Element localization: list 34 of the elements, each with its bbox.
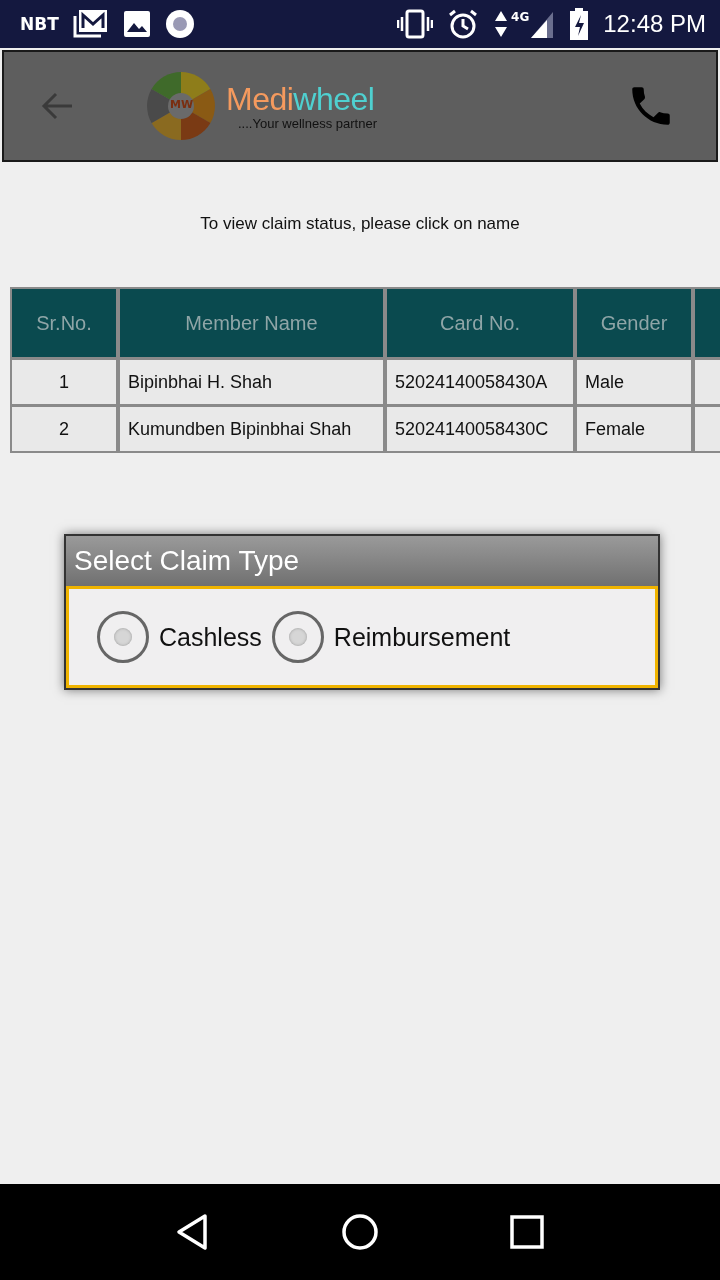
table-cell: 52024140058430A	[387, 360, 573, 404]
radio-label[interactable]: Cashless	[159, 622, 262, 652]
brand-tagline: ....Your wellness partner	[238, 115, 377, 131]
table-header-cell: Sr.No.	[12, 289, 116, 357]
member-name-link[interactable]: Kumundben Bipinbhai Shah	[120, 407, 383, 451]
table-cell: Female	[577, 407, 691, 451]
wheel-logo-icon	[146, 71, 216, 141]
vibrate-icon	[397, 9, 434, 39]
radio-button[interactable]	[271, 611, 324, 663]
mail-icon	[72, 8, 109, 40]
signal-icon	[529, 10, 556, 38]
member-name-link[interactable]: Bipinbhai H. Shah	[120, 360, 383, 404]
data-arrows-icon	[493, 9, 510, 39]
image-icon	[122, 10, 151, 38]
table-header-cell: Card No.	[387, 289, 573, 357]
table-cell: 52024140058430C	[387, 407, 573, 451]
instruction-text: To view claim status, please click on name	[199, 214, 521, 234]
table-header-cell: Member Name	[120, 289, 383, 357]
table-cell: 2	[12, 407, 116, 451]
carrier-label: NBT	[20, 14, 59, 34]
battery-charging-icon	[569, 8, 590, 40]
alarm-icon	[447, 8, 480, 40]
home-icon[interactable]	[340, 1212, 380, 1252]
table-header-cell: Gender	[577, 289, 691, 357]
table-cell: 1	[12, 360, 116, 404]
radio-button[interactable]	[97, 611, 149, 663]
record-icon	[164, 9, 195, 39]
logo-monogram: MW	[170, 98, 194, 111]
brand-name: Mediwheel	[226, 81, 376, 116]
network-label: 4G	[511, 10, 530, 24]
dialog-title: Select Claim Type	[66, 536, 658, 586]
table-cell: Male	[577, 360, 691, 404]
clock-time: 12:48 PM	[603, 10, 706, 38]
radio-label[interactable]: Reimbursement	[333, 622, 511, 652]
